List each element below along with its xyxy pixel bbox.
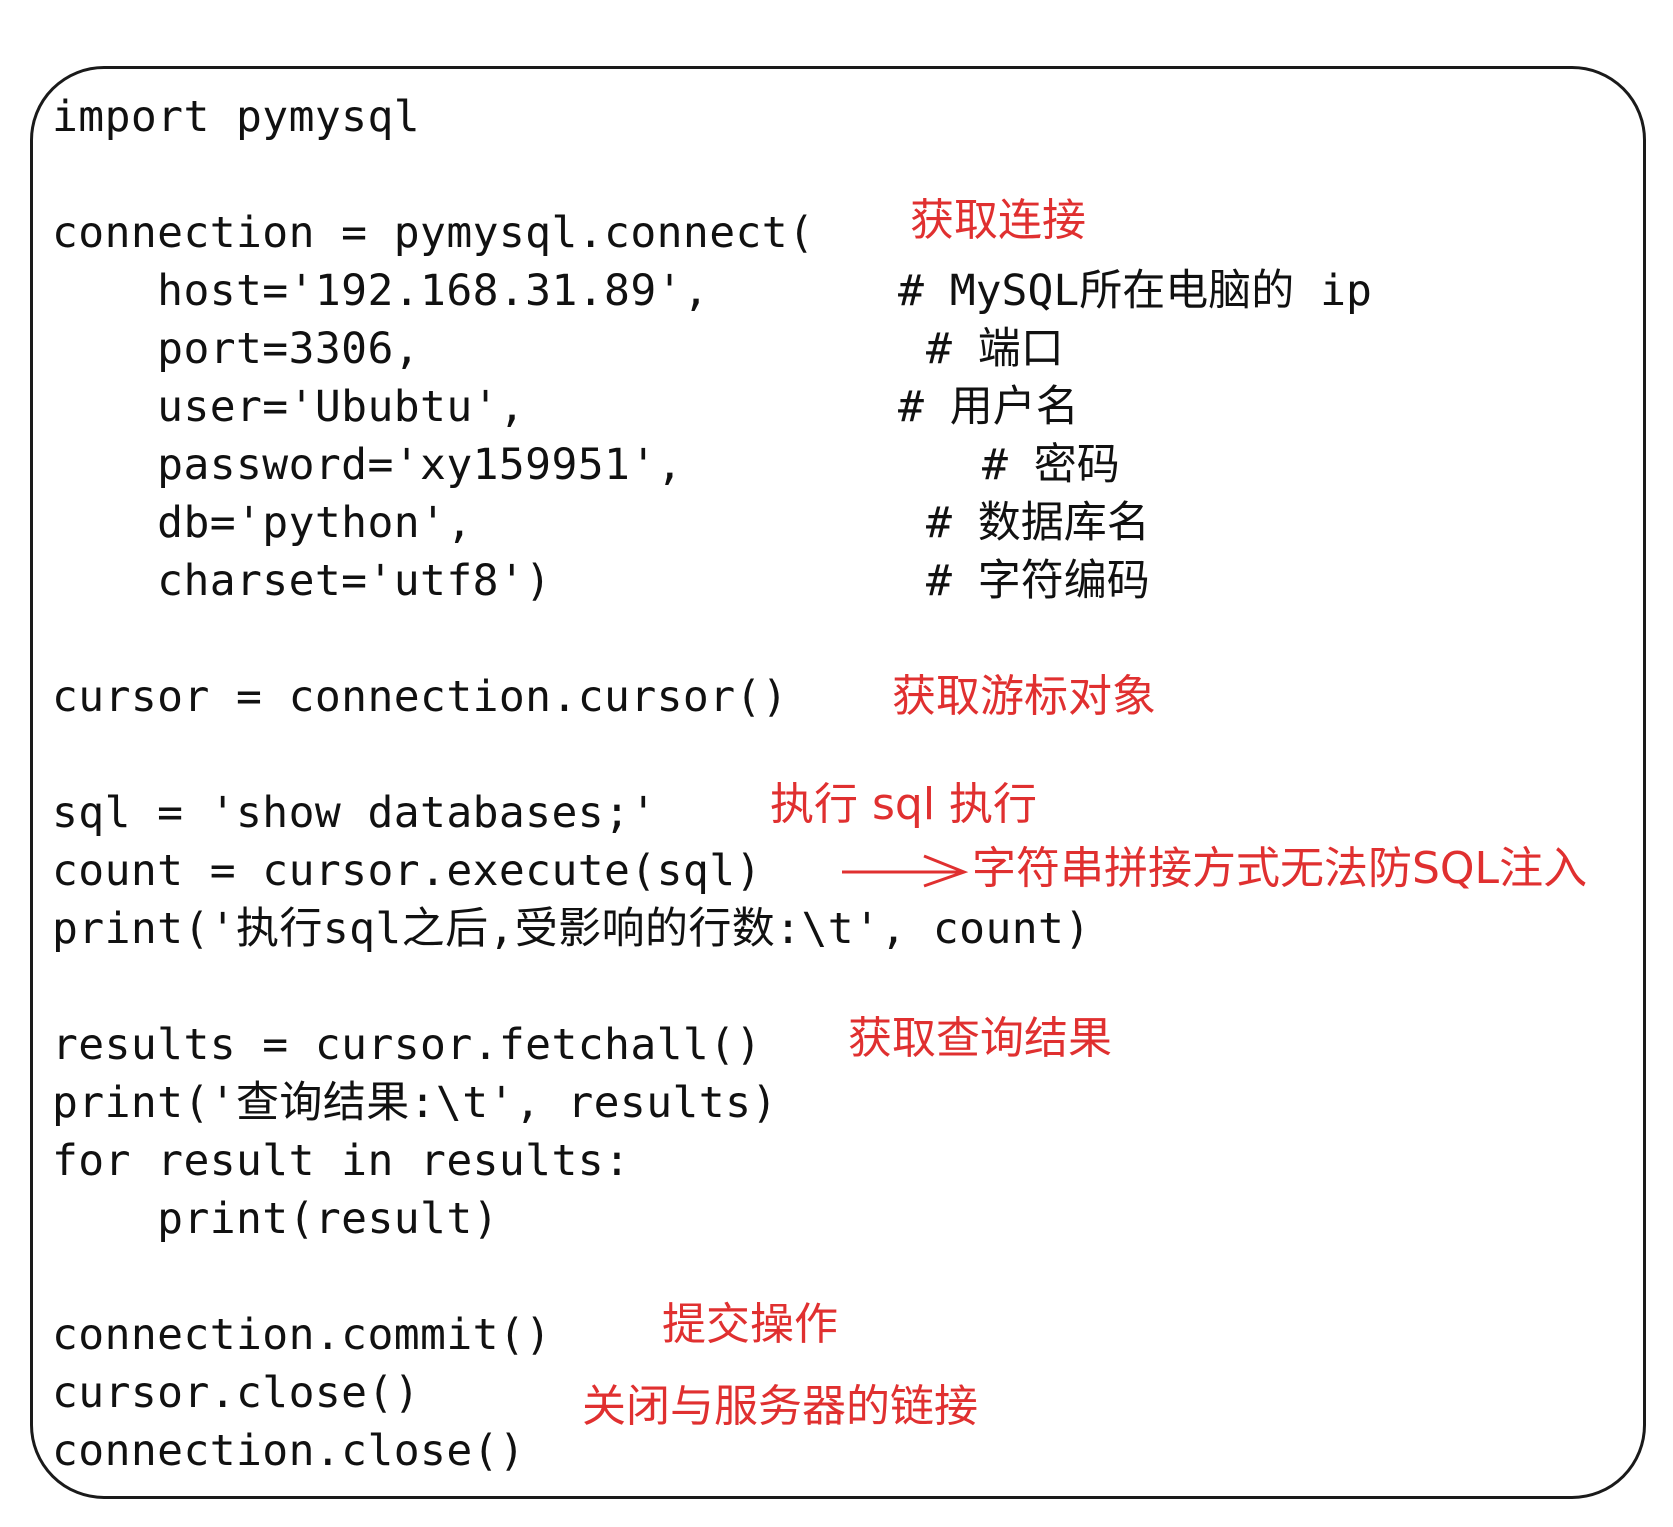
arrow-icon — [842, 854, 969, 888]
comment-charset: # 字符编码 — [926, 556, 1150, 606]
code-line-commit: connection.commit() — [52, 1310, 552, 1360]
annotation-execute: 字符串拼接方式无法防SQL注入 — [972, 843, 1588, 894]
code-line-execute: count = cursor.execute(sql) — [52, 846, 762, 896]
comment-db: # 数据库名 — [926, 498, 1150, 548]
code-line-cursor: cursor = connection.cursor() — [52, 672, 789, 722]
annotation-close: 关闭与服务器的链接 — [582, 1381, 978, 1432]
code-line-host: host='192.168.31.89', — [52, 266, 710, 316]
code-line-charset: charset='utf8') — [52, 556, 552, 606]
comment-password: # 密码 — [982, 440, 1120, 490]
code-line-print-results: print('查询结果:\t', results) — [52, 1078, 778, 1128]
code-line-user: user='Ububtu', — [52, 382, 526, 432]
annotation-fetchall: 获取查询结果 — [848, 1013, 1112, 1064]
code-line-password: password='xy159951', — [52, 440, 683, 490]
comment-user: # 用户名 — [898, 382, 1079, 432]
code-line-connect: connection = pymysql.connect( — [52, 208, 815, 258]
code-line-import: import pymysql — [52, 92, 421, 142]
comment-host: # MySQL所在电脑的 ip — [898, 266, 1372, 316]
annotation-commit: 提交操作 — [662, 1299, 838, 1350]
code-line-connection-close: connection.close() — [52, 1426, 526, 1476]
annotation-sql: 执行 sql 执行 — [770, 779, 1038, 830]
comment-port: # 端口 — [926, 324, 1064, 374]
code-line-cursor-close: cursor.close() — [52, 1368, 421, 1418]
code-line-print-result: print(result) — [52, 1194, 499, 1244]
code-line-for: for result in results: — [52, 1136, 631, 1186]
annotation-cursor: 获取游标对象 — [892, 671, 1156, 722]
annotation-connect: 获取连接 — [910, 195, 1086, 246]
code-line-port: port=3306, — [52, 324, 421, 374]
code-line-print-count: print('执行sql之后,受影响的行数:\t', count) — [52, 904, 1091, 954]
code-line-sql: sql = 'show databases;' — [52, 788, 657, 838]
code-line-fetchall: results = cursor.fetchall() — [52, 1020, 762, 1070]
code-line-db: db='python', — [52, 498, 473, 548]
